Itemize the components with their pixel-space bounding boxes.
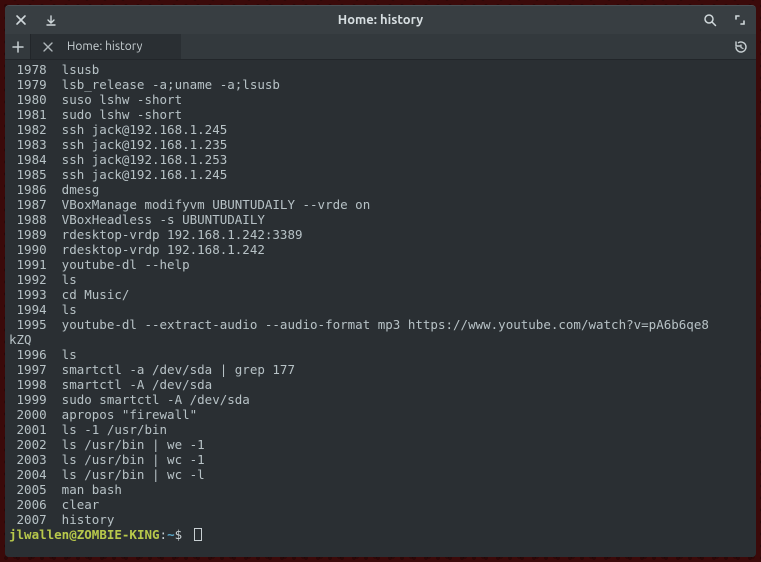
history-line: 2006 clear — [9, 497, 752, 512]
prompt-symbol: $ — [175, 527, 190, 542]
close-window-icon[interactable] — [13, 12, 29, 28]
history-line: 1988 VBoxHeadless -s UBUNTUDAILY — [9, 212, 752, 227]
history-line: 1987 VBoxManage modifyvm UBUNTUDAILY --v… — [9, 197, 752, 212]
history-line: 2000 apropos "firewall" — [9, 407, 752, 422]
history-line: 1995 youtube-dl --extract-audio --audio-… — [9, 317, 752, 332]
history-line: 2004 ls /usr/bin | wc -l — [9, 467, 752, 482]
history-line: 1998 smartctl -A /dev/sda — [9, 377, 752, 392]
history-line: 1991 youtube-dl --help — [9, 257, 752, 272]
history-line: 1994 ls — [9, 302, 752, 317]
history-line: 1983 ssh jack@192.168.1.235 — [9, 137, 752, 152]
tab-active[interactable]: Home: history — [31, 34, 181, 59]
cursor — [194, 528, 202, 541]
history-line: 1993 cd Music/ — [9, 287, 752, 302]
window-title: Home: history — [5, 13, 756, 27]
tabbar-spacer — [181, 34, 726, 59]
history-line: 1990 rdesktop-vrdp 192.168.1.242 — [9, 242, 752, 257]
history-line: 2007 history — [9, 512, 752, 527]
terminal-window: Home: history Home: history 1978 lsusb 1… — [5, 5, 756, 557]
history-line-wrap: kZQ — [9, 332, 752, 347]
tab-label: Home: history — [63, 40, 171, 53]
history-line: 1982 ssh jack@192.168.1.245 — [9, 122, 752, 137]
history-line: 2003 ls /usr/bin | wc -1 — [9, 452, 752, 467]
prompt-path: ~ — [167, 527, 175, 542]
history-line: 1996 ls — [9, 347, 752, 362]
titlebar: Home: history — [5, 6, 756, 34]
history-line: 1979 lsb_release -a;uname -a;lsusb — [9, 77, 752, 92]
history-line: 1989 rdesktop-vrdp 192.168.1.242:3389 — [9, 227, 752, 242]
history-line: 2005 man bash — [9, 482, 752, 497]
prompt[interactable]: jlwallen@ZOMBIE-KING:~$ — [9, 527, 752, 542]
history-line: 2001 ls -1 /usr/bin — [9, 422, 752, 437]
history-line: 1980 suso lshw -short — [9, 92, 752, 107]
search-icon[interactable] — [702, 12, 718, 28]
tab-bar: Home: history — [5, 34, 756, 60]
history-line: 1992 ls — [9, 272, 752, 287]
history-line: 1985 ssh jack@192.168.1.245 — [9, 167, 752, 182]
history-line: 2002 ls /usr/bin | we -1 — [9, 437, 752, 452]
prompt-host: ZOMBIE-KING — [77, 527, 160, 542]
prompt-at: @ — [69, 527, 77, 542]
prompt-colon: : — [160, 527, 168, 542]
minimize-icon[interactable] — [43, 12, 59, 28]
history-line: 1978 lsusb — [9, 62, 752, 77]
history-line: 1981 sudo lshw -short — [9, 107, 752, 122]
tab-history-icon[interactable] — [726, 34, 756, 59]
maximize-icon[interactable] — [732, 12, 748, 28]
terminal-output[interactable]: 1978 lsusb 1979 lsb_release -a;uname -a;… — [5, 60, 756, 557]
history-line: 1986 dmesg — [9, 182, 752, 197]
history-line: 1999 sudo smartctl -A /dev/sda — [9, 392, 752, 407]
tab-close-icon[interactable] — [41, 40, 55, 54]
history-line: 1997 smartctl -a /dev/sda | grep 177 — [9, 362, 752, 377]
history-line: 1984 ssh jack@192.168.1.253 — [9, 152, 752, 167]
new-tab-button[interactable] — [5, 34, 31, 59]
prompt-user: jlwallen — [9, 527, 69, 542]
